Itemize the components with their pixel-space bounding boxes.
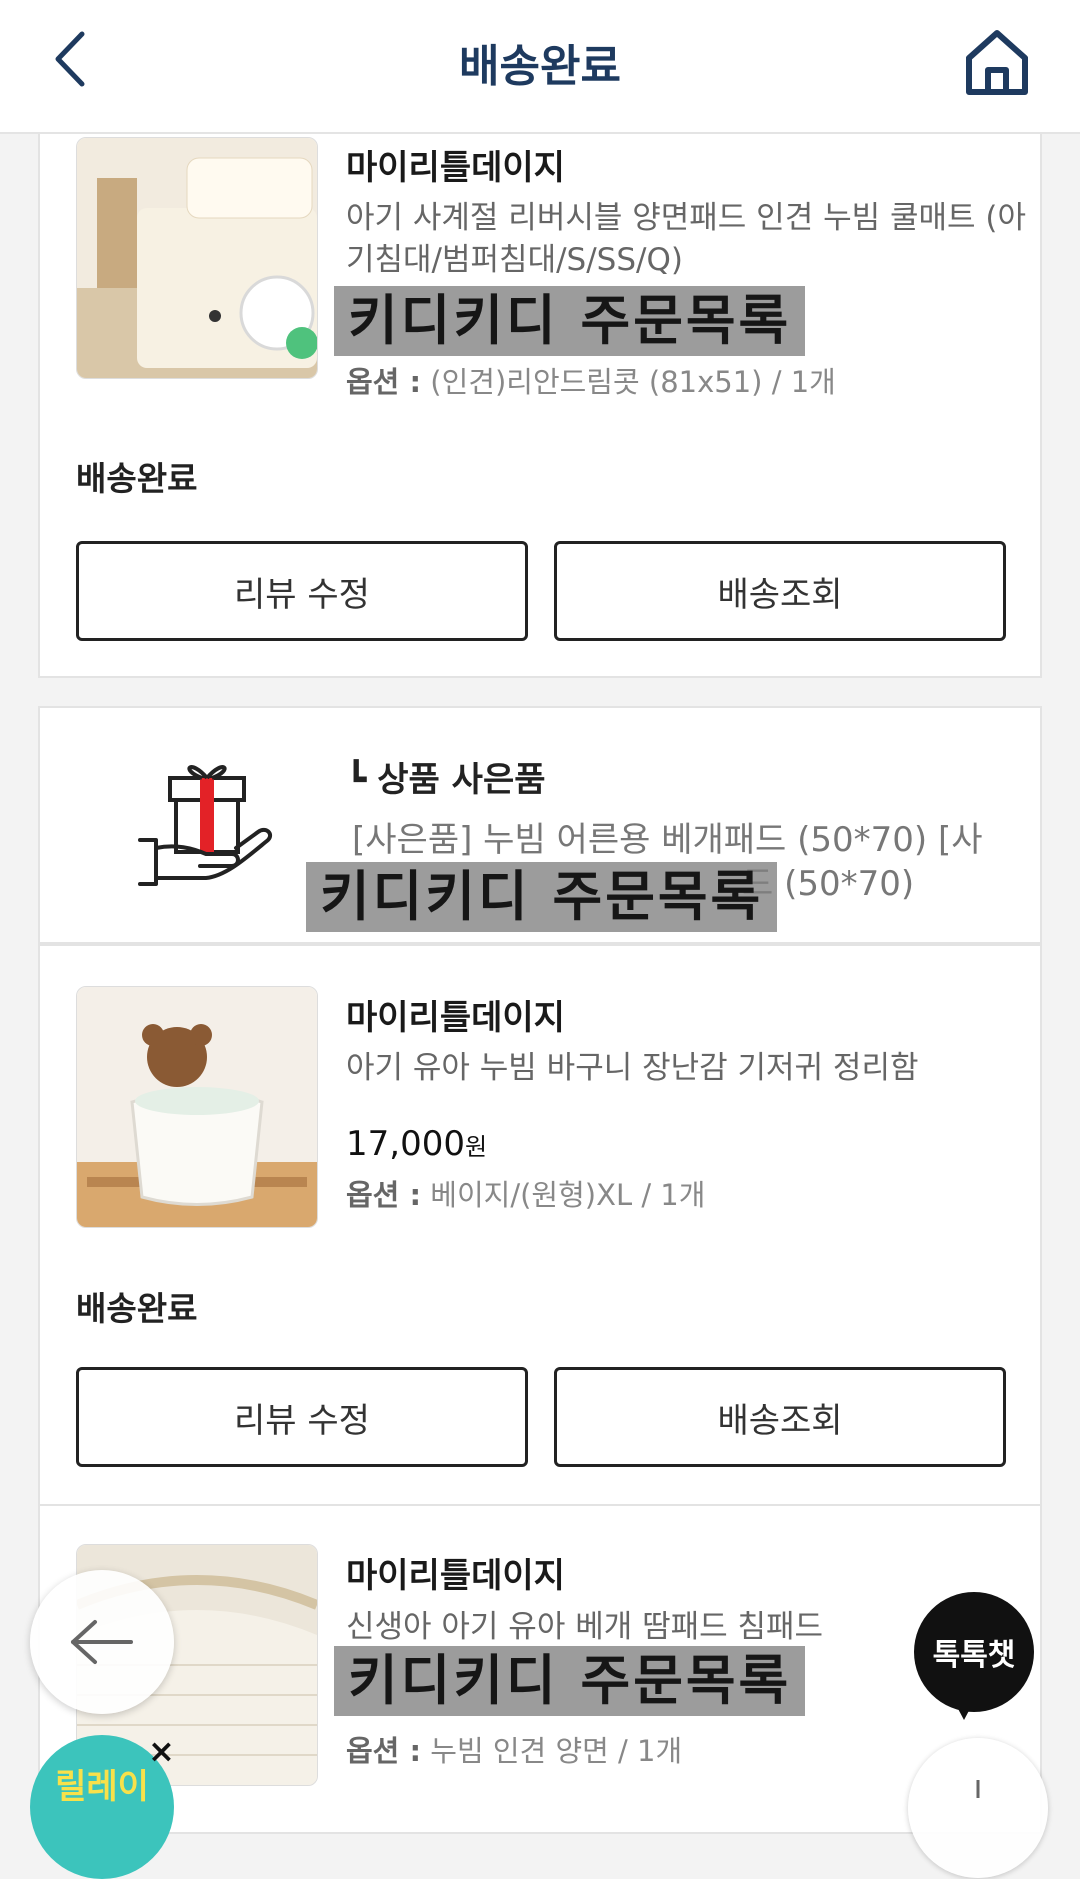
delivery-status: 배송완료: [76, 1289, 198, 1328]
option-label: 옵션 :: [346, 365, 422, 399]
option-value: (인견)리안드림콧 (81x51) / 1개: [430, 365, 836, 399]
watermark-overlay: 키디키디 주문목록: [334, 1646, 806, 1716]
home-icon: [966, 30, 1028, 95]
option-label: 옵션 :: [346, 1178, 422, 1212]
floating-back-button[interactable]: [30, 1570, 174, 1714]
scroll-top-button[interactable]: [908, 1738, 1048, 1878]
gift-hand-icon: [136, 748, 276, 888]
gift-tag-label: 상품 사은품: [377, 760, 546, 800]
product-option: 옵션 : 베이지/(원형)XL / 1개: [346, 1172, 705, 1214]
product-thumbnail[interactable]: [76, 137, 318, 379]
price-unit: 원: [464, 1133, 488, 1161]
option-value: 누빔 인견 양면 / 1개: [430, 1734, 683, 1768]
seller-name[interactable]: 마이리틀데이지: [346, 990, 565, 1039]
watermark-overlay: 키디키디 주문목록: [306, 862, 778, 932]
price-value: 17,000: [346, 1124, 465, 1164]
product-name[interactable]: 아기 사계절 리버시블 양면패드 인견 누빔 쿨매트 (아기침대/범퍼침대/S/…: [346, 197, 1026, 281]
page-title: 배송완료: [459, 41, 621, 92]
product-name[interactable]: 아기 유아 누빔 바구니 장난감 기저귀 정리함: [346, 1047, 1026, 1089]
order-card: 마이리틀데이지 아기 유아 누빔 바구니 장난감 기저귀 정리함 17,000원…: [38, 944, 1042, 1506]
top-bar: 배송완료: [0, 0, 1080, 134]
product-image: [77, 987, 317, 1227]
product-price: 17,000원: [346, 1124, 487, 1164]
product-option: 옵션 : 누빔 인견 양면 / 1개: [346, 1728, 682, 1770]
watermark-overlay: 키디키디 주문목록: [334, 286, 806, 356]
order-card: 마이리틀데이지 아기 사계절 리버시블 양면패드 인견 누빔 쿨매트 (아기침대…: [38, 120, 1042, 678]
seller-name[interactable]: 마이리틀데이지: [346, 140, 565, 189]
arrow-left-icon: [71, 1620, 133, 1664]
arrow-up-icon: [976, 1780, 980, 1798]
option-label: 옵션 :: [346, 1734, 422, 1768]
delivery-status: 배송완료: [76, 459, 198, 498]
gift-tag: ┗ 상품 사은품: [346, 752, 546, 801]
gift-desc-line1: [사은품] 누빔 어른용 베개패드 (50*70) [사: [352, 820, 983, 860]
talk-chat-tail: [948, 1690, 980, 1720]
edit-review-button[interactable]: 리뷰 수정: [76, 541, 528, 641]
corner-mark: ┗: [346, 760, 378, 800]
seller-name[interactable]: 마이리틀데이지: [346, 1548, 565, 1597]
track-delivery-button[interactable]: 배송조회: [554, 541, 1006, 641]
product-thumbnail[interactable]: [76, 986, 318, 1228]
track-delivery-button[interactable]: 배송조회: [554, 1367, 1006, 1467]
edit-review-button[interactable]: 리뷰 수정: [76, 1367, 528, 1467]
option-value: 베이지/(원형)XL / 1개: [430, 1178, 706, 1212]
product-image: [77, 138, 317, 378]
product-option: 옵션 : (인견)리안드림콧 (81x51) / 1개: [346, 359, 836, 401]
relay-close-button[interactable]: ×: [148, 1732, 175, 1770]
home-button[interactable]: [959, 24, 1035, 100]
